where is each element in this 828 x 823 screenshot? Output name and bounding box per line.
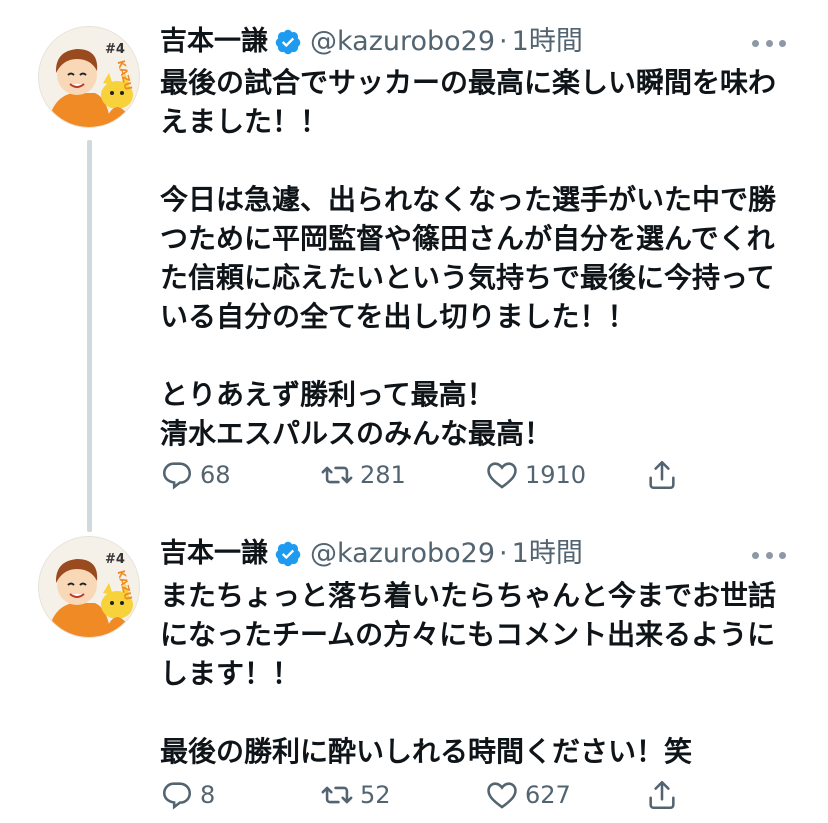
separator: · — [499, 538, 508, 569]
reply-icon — [162, 462, 192, 490]
thread-line — [87, 140, 92, 532]
like-count: 627 — [525, 781, 571, 809]
author-handle[interactable]: @kazurobo29 — [310, 537, 495, 571]
retweet-count: 52 — [360, 781, 391, 809]
author-name[interactable]: 吉本一謙 — [160, 537, 268, 571]
author-handle[interactable]: @kazurobo29 — [310, 25, 495, 59]
author-name[interactable]: 吉本一謙 — [160, 25, 268, 59]
reply-count: 68 — [200, 461, 231, 489]
share-button[interactable] — [645, 458, 685, 492]
tweet-text: 最後の試合でサッカーの最高に楽しい瞬間を味わえました！！ 今日は急遽、出られなく… — [160, 63, 790, 453]
verified-badge-icon — [275, 29, 301, 55]
tweet-text-content: またちょっと落ち着いたらちゃんと今までお世話になったチームの方々にもコメント出来… — [160, 579, 777, 768]
retweet-count: 281 — [360, 461, 406, 489]
verified-badge-icon — [275, 541, 301, 567]
retweet-button[interactable]: 52 — [320, 778, 391, 812]
reply-count: 8 — [200, 781, 216, 809]
like-button[interactable]: 627 — [485, 778, 571, 812]
like-count: 1910 — [525, 461, 587, 489]
share-icon — [649, 460, 675, 490]
tweet-text-content: 最後の試合でサッカーの最高に楽しい瞬間を味わえました！！ 今日は急遽、出られなく… — [160, 66, 777, 450]
retweet-button[interactable]: 281 — [320, 458, 406, 492]
reply-icon — [162, 782, 192, 810]
reply-button[interactable]: 8 — [160, 778, 215, 812]
tweet-text: またちょっと落ち着いたらちゃんと今までお世話になったチームの方々にもコメント出来… — [160, 576, 790, 771]
avatar[interactable]: #4 KAZU — [38, 536, 140, 638]
tweet-actions: 68 281 1910 — [160, 458, 700, 498]
reply-button[interactable]: 68 — [160, 458, 231, 492]
more-icon[interactable] — [752, 38, 786, 48]
share-icon — [649, 780, 675, 810]
tweet-header: 吉本一謙 @kazurobo29 · 1時間 — [160, 537, 583, 571]
timestamp[interactable]: 1時間 — [512, 25, 583, 59]
like-icon — [487, 462, 517, 489]
more-icon[interactable] — [752, 550, 786, 560]
svg-text:#4: #4 — [105, 42, 125, 57]
separator: · — [499, 26, 508, 57]
retweet-icon — [321, 786, 353, 804]
tweet[interactable]: #4 KAZU 吉本一謙 @kazurobo29 · 1時間 またちょっと落ち着… — [0, 520, 828, 823]
avatar[interactable]: #4 KAZU — [38, 26, 140, 128]
retweet-icon — [321, 466, 353, 484]
timestamp[interactable]: 1時間 — [512, 537, 583, 571]
svg-text:#4: #4 — [105, 552, 125, 567]
tweet-actions: 8 52 627 — [160, 778, 700, 818]
tweet[interactable]: #4 KAZU 吉本一謙 @kazurobo29 · 1時間 最後の試合でサッカ… — [0, 0, 828, 532]
share-button[interactable] — [645, 778, 685, 812]
tweet-header: 吉本一謙 @kazurobo29 · 1時間 — [160, 25, 583, 59]
like-button[interactable]: 1910 — [485, 458, 586, 492]
like-icon — [487, 782, 517, 809]
